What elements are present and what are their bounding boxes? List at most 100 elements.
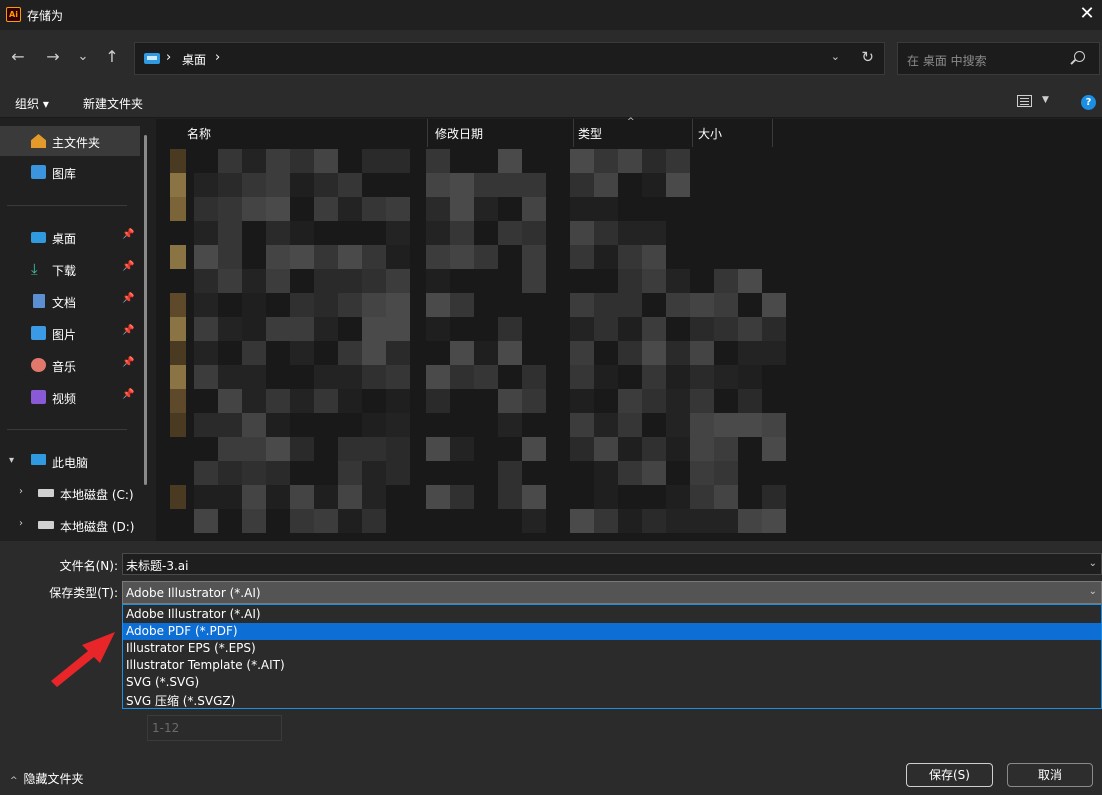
blurred-pixel-block: [426, 437, 450, 461]
blurred-pixel-block: [338, 389, 362, 413]
column-header-date-modified[interactable]: 修改日期: [435, 125, 483, 142]
chevron-down-icon[interactable]: ⌄: [1089, 586, 1097, 597]
sidebar-item-this-pc[interactable]: ▾ 此电脑: [0, 446, 140, 476]
back-arrow-icon[interactable]: ←: [7, 46, 29, 68]
option-illustrator-eps[interactable]: Illustrator EPS (*.EPS): [123, 640, 1101, 657]
sidebar-scrollbar[interactable]: [144, 135, 147, 485]
option-illustrator-ai[interactable]: Adobe Illustrator (*.AI): [123, 606, 1101, 623]
view-options-icon[interactable]: [1017, 95, 1032, 107]
blurred-pixel-block: [242, 461, 266, 485]
cancel-button[interactable]: 取消: [1007, 763, 1093, 787]
pin-icon[interactable]: 📌: [122, 293, 134, 304]
blurred-pixel-block: [218, 317, 242, 341]
refresh-icon[interactable]: ↻: [861, 48, 874, 66]
save-button[interactable]: 保存(S): [906, 763, 993, 787]
blurred-pixel-block: [362, 461, 386, 485]
sidebar-item-label: 图库: [52, 167, 77, 181]
filename-input[interactable]: 未标题-3.ai ⌄: [122, 553, 1102, 575]
pin-icon[interactable]: 📌: [122, 357, 134, 368]
save-type-options-list[interactable]: Adobe Illustrator (*.AI) Adobe PDF (*.PD…: [122, 604, 1102, 709]
breadcrumb-separator-icon[interactable]: ›: [166, 50, 171, 65]
blurred-pixel-block: [570, 437, 594, 461]
pin-icon[interactable]: 📌: [122, 389, 134, 400]
address-bar[interactable]: › 桌面 › ⌄ ↻: [134, 42, 885, 75]
sidebar-item-music[interactable]: 音乐 📌: [0, 350, 140, 380]
search-icon[interactable]: [1074, 51, 1085, 62]
organize-button[interactable]: 组织 ▾: [15, 95, 49, 112]
blurred-pixel-block: [314, 365, 338, 389]
sidebar-item-documents[interactable]: 文档 📌: [0, 286, 140, 316]
blurred-pixel-block: [170, 245, 186, 269]
sidebar-item-videos[interactable]: 视频 📌: [0, 382, 140, 412]
column-header-type[interactable]: 类型: [578, 125, 602, 142]
blurred-pixel-block: [690, 413, 714, 437]
blurred-pixel-block: [594, 173, 618, 197]
blurred-pixel-block: [338, 341, 362, 365]
breadcrumb-desktop[interactable]: 桌面: [182, 51, 206, 68]
blurred-pixel-block: [314, 485, 338, 509]
chevron-down-icon[interactable]: ▾: [9, 455, 14, 466]
blurred-pixel-block: [570, 149, 594, 173]
sidebar-item-home[interactable]: 主文件夹: [0, 126, 140, 156]
filename-value: 未标题-3.ai: [126, 559, 189, 573]
column-separator[interactable]: [692, 119, 693, 147]
option-illustrator-template[interactable]: Illustrator Template (*.AIT): [123, 657, 1101, 674]
hide-folders-toggle[interactable]: ^ 隐藏文件夹: [10, 770, 84, 787]
column-separator[interactable]: [427, 119, 428, 147]
view-options-chevron-icon[interactable]: ▼: [1042, 95, 1049, 105]
address-history-dropdown-icon[interactable]: ⌄: [831, 50, 840, 63]
pin-icon[interactable]: 📌: [122, 325, 134, 336]
blurred-pixel-block: [386, 245, 410, 269]
navigation-bar: ← → ⌄ ↑ › 桌面 › ⌄ ↻ 在 桌面 中搜索: [0, 30, 1102, 86]
blurred-pixel-block: [642, 389, 666, 413]
chevron-right-icon[interactable]: ›: [19, 486, 23, 497]
sidebar-item-desktop[interactable]: 桌面 📌: [0, 222, 140, 252]
drive-icon: [38, 521, 54, 529]
blurred-pixel-block: [666, 269, 690, 293]
filename-history-chevron-icon[interactable]: ⌄: [1089, 558, 1097, 569]
forward-arrow-icon[interactable]: →: [42, 46, 64, 68]
recent-locations-chevron-icon[interactable]: ⌄: [72, 46, 94, 68]
breadcrumb-separator-icon[interactable]: ›: [215, 50, 220, 65]
column-header-size[interactable]: 大小: [698, 125, 722, 142]
pin-icon[interactable]: 📌: [122, 229, 134, 240]
blurred-pixel-block: [690, 485, 714, 509]
option-svg-compressed[interactable]: SVG 压缩 (*.SVGZ): [123, 691, 1101, 708]
blurred-pixel-block: [314, 269, 338, 293]
search-input[interactable]: 在 桌面 中搜索: [897, 42, 1100, 75]
blurred-pixel-block: [338, 197, 362, 221]
documents-icon: [33, 294, 45, 308]
blurred-pixel-block: [314, 293, 338, 317]
column-header-name[interactable]: 名称: [187, 125, 211, 142]
blurred-pixel-block: [738, 341, 762, 365]
sidebar-item-pictures[interactable]: 图片 📌: [0, 318, 140, 348]
blurred-pixel-block: [570, 317, 594, 341]
blurred-pixel-block: [194, 341, 218, 365]
sidebar-item-gallery[interactable]: 图库: [0, 157, 140, 187]
column-separator[interactable]: [772, 119, 773, 147]
sidebar-item-drive-c[interactable]: › 本地磁盘 (C:): [0, 478, 140, 508]
blurred-pixel-block: [642, 341, 666, 365]
option-svg[interactable]: SVG (*.SVG): [123, 674, 1101, 691]
up-arrow-icon[interactable]: ↑: [101, 46, 123, 68]
file-list[interactable]: 名称 修改日期 类型 ^ 大小: [156, 117, 1102, 541]
blurred-pixel-block: [242, 365, 266, 389]
blurred-pixel-block: [218, 149, 242, 173]
help-icon[interactable]: ?: [1081, 95, 1096, 110]
blurred-pixel-block: [498, 317, 522, 341]
save-type-select[interactable]: Adobe Illustrator (*.AI) ⌄: [122, 581, 1102, 604]
chevron-right-icon[interactable]: ›: [19, 518, 23, 529]
column-separator[interactable]: [573, 119, 574, 147]
sidebar-item-drive-d[interactable]: › 本地磁盘 (D:): [0, 510, 140, 540]
videos-icon: [31, 390, 46, 404]
blurred-pixel-block: [498, 221, 522, 245]
blurred-pixel-block: [170, 389, 186, 413]
blurred-pixel-block: [290, 293, 314, 317]
blurred-pixel-block: [570, 293, 594, 317]
pin-icon[interactable]: 📌: [122, 261, 134, 272]
sidebar-item-downloads[interactable]: ⤓ 下载 📌: [0, 254, 140, 284]
option-adobe-pdf[interactable]: Adobe PDF (*.PDF): [123, 623, 1101, 640]
close-icon[interactable]: ✕: [1072, 0, 1102, 30]
new-folder-button[interactable]: 新建文件夹: [83, 95, 143, 112]
blurred-pixel-block: [386, 149, 410, 173]
